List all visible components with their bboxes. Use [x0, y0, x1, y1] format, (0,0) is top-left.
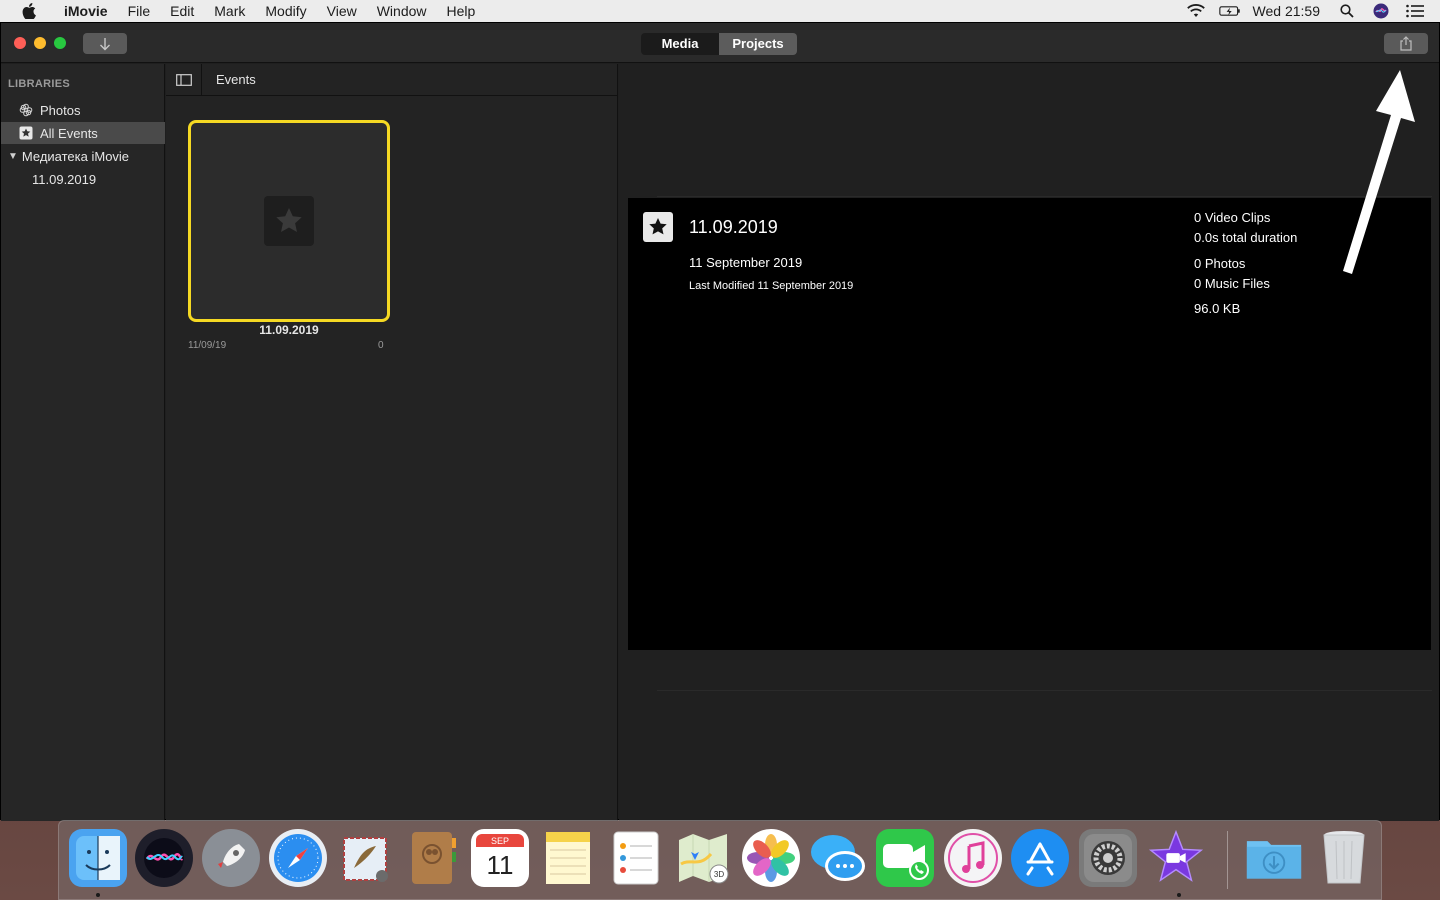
running-indicator: [1177, 893, 1181, 897]
events-browser: Events 11.09.2019 11/09/19 0: [166, 63, 618, 821]
dock-siri-icon[interactable]: [135, 829, 193, 887]
dock-photos-icon[interactable]: [742, 829, 800, 887]
dock-facetime-icon[interactable]: [876, 829, 934, 887]
star-box-icon: [18, 125, 34, 141]
tab-projects[interactable]: Projects: [719, 33, 797, 55]
share-icon: [1400, 36, 1412, 51]
minimize-window-button[interactable]: [34, 37, 46, 49]
dock-launchpad-icon[interactable]: [202, 829, 260, 887]
menu-modify[interactable]: Modify: [255, 0, 316, 22]
event-star-icon: [264, 196, 314, 246]
info-event-date: 11 September 2019: [689, 255, 803, 270]
imovie-window: Media Projects LIBRARIES Photos All Even…: [0, 22, 1440, 821]
dock-contacts-icon[interactable]: [404, 829, 462, 887]
fullscreen-window-button[interactable]: [54, 37, 66, 49]
dock-safari-icon[interactable]: [269, 829, 327, 887]
sidebar-item-label: All Events: [40, 125, 98, 141]
photos-flower-icon: [18, 102, 34, 118]
dock-system-preferences-icon[interactable]: [1079, 829, 1137, 887]
window-controls: [14, 37, 66, 49]
dock-itunes-icon[interactable]: [944, 829, 1002, 887]
dock-downloads-folder-icon[interactable]: [1245, 829, 1303, 887]
viewer-pane: 11.09.2019 11 September 2019 Last Modifi…: [619, 64, 1439, 821]
menubar-clock[interactable]: Wed 21:59: [1253, 3, 1320, 19]
dock-trash-icon[interactable]: [1315, 829, 1373, 887]
dock: SEP 11 3D: [58, 820, 1382, 900]
dock-calendar-icon[interactable]: SEP 11: [471, 829, 529, 887]
dock-mail-icon[interactable]: [337, 829, 395, 887]
dock-maps-icon[interactable]: 3D: [674, 829, 732, 887]
menu-edit[interactable]: Edit: [160, 0, 204, 22]
disclosure-triangle-icon[interactable]: ▼: [8, 151, 18, 162]
sidebar-item-label: 11.09.2019: [32, 171, 97, 187]
event-name: 11.09.2019: [259, 323, 319, 337]
event-date: 11/09/19: [188, 340, 227, 351]
stat-total-duration: 0.0s total duration: [1194, 230, 1298, 245]
dock-reminders-icon[interactable]: [607, 829, 665, 887]
toolbar: Media Projects: [1, 23, 1439, 63]
apple-menu-icon[interactable]: [18, 0, 40, 22]
app-menu[interactable]: iMovie: [54, 0, 118, 22]
dock-separator: [1227, 831, 1228, 889]
event-star-icon: [643, 212, 673, 242]
menu-bar: iMovie File Edit Mark Modify View Window…: [0, 0, 1440, 22]
menu-window[interactable]: Window: [367, 0, 437, 22]
sidebar-item-imovie-library[interactable]: ▼ Медиатека iMovie: [1, 145, 165, 167]
svg-text:SEP: SEP: [491, 836, 509, 846]
share-button[interactable]: [1384, 33, 1428, 54]
stat-size: 96.0 KB: [1194, 301, 1241, 316]
dock-finder-icon[interactable]: [69, 829, 127, 887]
sidebar-item-event-11-09-2019[interactable]: 11.09.2019: [1, 168, 165, 190]
divider: [657, 690, 1432, 691]
event-info-panel: 11.09.2019 11 September 2019 Last Modifi…: [628, 198, 1431, 650]
sidebar-item-all-events[interactable]: All Events: [1, 122, 165, 144]
tab-media[interactable]: Media: [641, 33, 719, 55]
sidebar-toggle-icon: [175, 73, 192, 86]
libraries-sidebar: LIBRARIES Photos All Events ▼ Медиатека …: [1, 64, 165, 821]
arrow-down-icon: [100, 37, 110, 50]
info-event-title: 11.09.2019: [689, 217, 778, 237]
dock-notes-icon[interactable]: [539, 829, 597, 887]
running-indicator: [96, 893, 100, 897]
toggle-sidebar-button[interactable]: [166, 63, 202, 96]
svg-text:3D: 3D: [714, 870, 724, 879]
libraries-header: LIBRARIES: [8, 78, 70, 90]
stat-music-files: 0 Music Files: [1194, 276, 1270, 291]
dock-messages-icon[interactable]: [809, 829, 867, 887]
dock-app-store-icon[interactable]: [1011, 829, 1069, 887]
divider: [657, 196, 1432, 197]
menu-mark[interactable]: Mark: [204, 0, 255, 22]
stat-video-clips: 0 Video Clips: [1194, 210, 1271, 225]
media-projects-segmented-control: Media Projects: [641, 33, 797, 55]
battery-charging-icon[interactable]: [1218, 0, 1241, 22]
stat-photos: 0 Photos: [1194, 256, 1246, 271]
menu-file[interactable]: File: [118, 0, 161, 22]
dock-imovie-icon[interactable]: [1147, 829, 1205, 887]
events-header: Events: [166, 63, 617, 96]
svg-text:11: 11: [487, 850, 514, 880]
spotlight-search-icon[interactable]: [1336, 0, 1358, 22]
sidebar-item-photos[interactable]: Photos: [1, 99, 165, 121]
event-thumbnail[interactable]: [188, 120, 390, 322]
siri-icon[interactable]: [1370, 0, 1392, 22]
events-title: Events: [216, 72, 256, 87]
event-clip-count: 0: [378, 340, 384, 351]
wifi-icon[interactable]: [1185, 0, 1207, 22]
menu-view[interactable]: View: [317, 0, 367, 22]
import-media-button[interactable]: [83, 33, 127, 54]
info-last-modified: Last Modified 11 September 2019: [689, 280, 854, 292]
sidebar-item-label: Медиатека iMovie: [21, 148, 130, 164]
annotation-arrow-icon: [1343, 70, 1415, 274]
notification-center-icon[interactable]: [1404, 0, 1426, 22]
menu-help[interactable]: Help: [437, 0, 486, 22]
sidebar-item-label: Photos: [40, 102, 81, 118]
status-area: Wed 21:59: [1179, 0, 1440, 22]
close-window-button[interactable]: [14, 37, 26, 49]
